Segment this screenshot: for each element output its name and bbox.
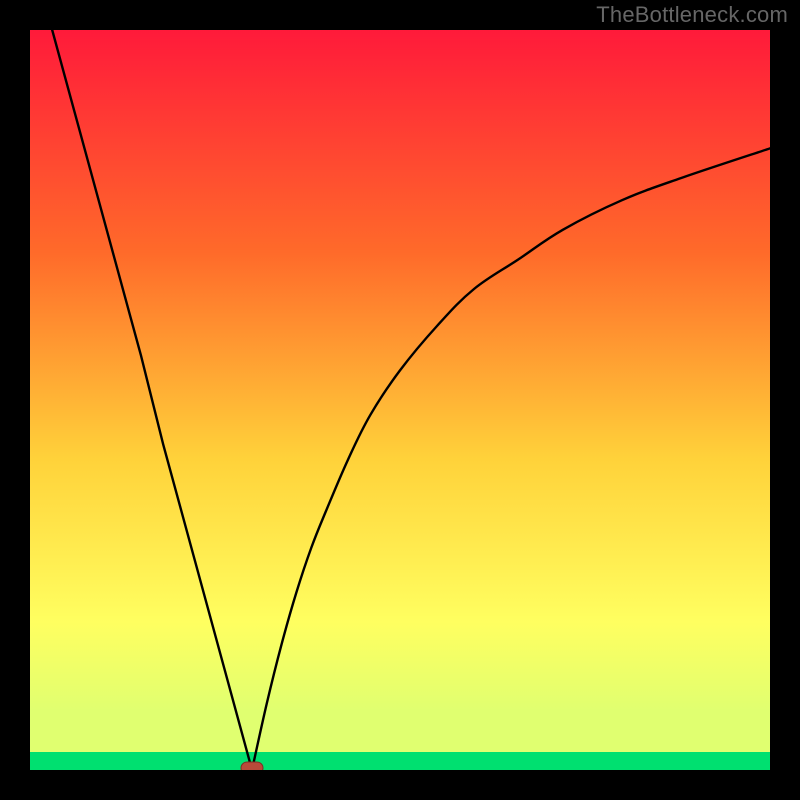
plot-area bbox=[30, 30, 770, 770]
green-baseline-strip bbox=[30, 752, 770, 770]
chart-frame: TheBottleneck.com bbox=[0, 0, 800, 800]
gradient-background bbox=[30, 30, 770, 770]
watermark-text: TheBottleneck.com bbox=[596, 2, 788, 28]
minimum-marker bbox=[241, 762, 263, 770]
bottleneck-chart bbox=[30, 30, 770, 770]
